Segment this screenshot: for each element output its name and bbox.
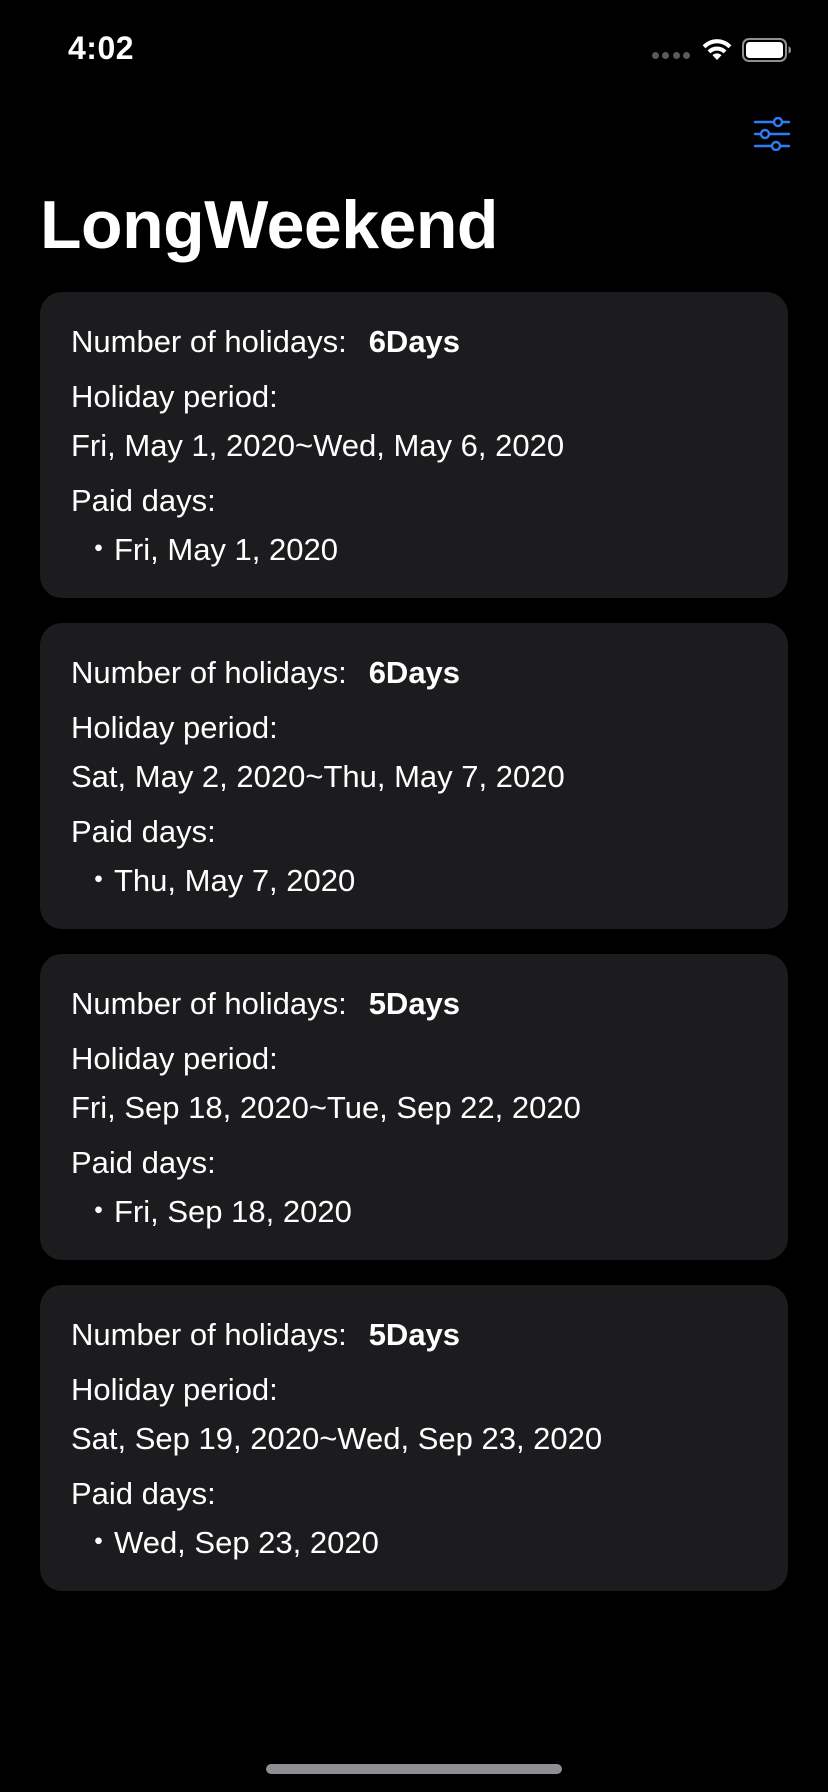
filter-button[interactable] xyxy=(746,112,798,156)
holiday-period-label: Holiday period: xyxy=(71,710,278,745)
sliders-icon xyxy=(753,117,791,151)
wifi-icon xyxy=(702,39,732,60)
cellular-signal-icon xyxy=(652,52,690,60)
paid-day-item: ・Fri, Sep 18, 2020 xyxy=(83,1194,352,1229)
home-indicator[interactable] xyxy=(266,1764,562,1774)
paid-days-label: Paid days: xyxy=(71,1476,216,1511)
holiday-period-value: Sat, Sep 19, 2020~Wed, Sep 23, 2020 xyxy=(71,1421,603,1456)
page-title: LongWeekend xyxy=(40,187,498,263)
holiday-count-label: Number of holidays: xyxy=(71,1317,347,1352)
holiday-count-row: Number of holidays: 6Days xyxy=(71,322,460,362)
status-time: 4:02 xyxy=(68,30,135,66)
holiday-period-value: Fri, Sep 18, 2020~Tue, Sep 22, 2020 xyxy=(71,1090,581,1125)
holiday-period-label: Holiday period: xyxy=(71,1372,278,1407)
holiday-count-label: Number of holidays: xyxy=(71,986,347,1021)
holiday-count-row: Number of holidays: 6Days xyxy=(71,653,460,693)
holiday-count-value: 5Days xyxy=(368,986,461,1021)
paid-day-item: ・Fri, May 1, 2020 xyxy=(83,532,338,567)
holiday-card[interactable]: Number of holidays: 6Days Holiday period:… xyxy=(40,623,788,929)
holiday-count-value: 6Days xyxy=(368,324,461,359)
holiday-count-value: 6Days xyxy=(368,655,461,690)
holiday-card[interactable]: Number of holidays: 6Days Holiday period:… xyxy=(40,292,788,598)
holiday-count-row: Number of holidays: 5Days xyxy=(71,1315,460,1355)
holiday-count-label: Number of holidays: xyxy=(71,655,347,690)
holiday-count-label: Number of holidays: xyxy=(71,324,347,359)
paid-days-label: Paid days: xyxy=(71,1145,216,1180)
paid-days-label: Paid days: xyxy=(71,483,216,518)
paid-day-item: ・Thu, May 7, 2020 xyxy=(83,863,356,898)
holiday-period-label: Holiday period: xyxy=(71,379,278,414)
holiday-card[interactable]: Number of holidays: 5Days Holiday period:… xyxy=(40,1285,788,1591)
holiday-period-value: Sat, May 2, 2020~Thu, May 7, 2020 xyxy=(71,759,565,794)
paid-days-label: Paid days: xyxy=(71,814,216,849)
status-bar: 4:02 xyxy=(0,0,828,100)
holiday-list: Number of holidays: 6Days Holiday period:… xyxy=(40,292,788,1616)
battery-icon xyxy=(742,38,791,62)
holiday-period-value: Fri, May 1, 2020~Wed, May 6, 2020 xyxy=(71,428,565,463)
holiday-period-label: Holiday period: xyxy=(71,1041,278,1076)
paid-day-item: ・Wed, Sep 23, 2020 xyxy=(83,1525,379,1560)
holiday-count-row: Number of holidays: 5Days xyxy=(71,984,460,1024)
holiday-card[interactable]: Number of holidays: 5Days Holiday period:… xyxy=(40,954,788,1260)
holiday-count-value: 5Days xyxy=(368,1317,461,1352)
